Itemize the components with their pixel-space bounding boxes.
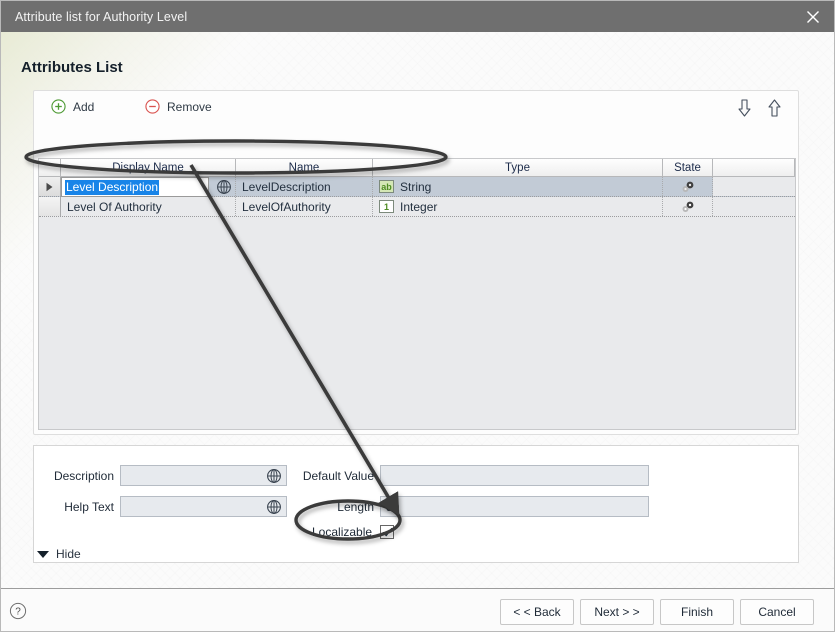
- finish-button[interactable]: Finish: [660, 599, 734, 625]
- next-button[interactable]: Next > >: [580, 599, 654, 625]
- remove-button-label: Remove: [167, 99, 212, 114]
- triangle-down-icon: [37, 550, 49, 558]
- row-selector[interactable]: [39, 177, 61, 196]
- localizable-checkbox[interactable]: [380, 525, 395, 539]
- help-text-label: Help Text: [64, 500, 114, 514]
- grid-header-row: Display Name Name Type State: [39, 159, 795, 177]
- title-bar: Attribute list for Authority Level: [1, 1, 834, 32]
- cell-filler: [713, 197, 795, 216]
- grid-header-filler: [713, 159, 795, 176]
- gears-icon: [682, 181, 693, 192]
- gears-icon: [682, 201, 693, 212]
- circle-plus-icon: [51, 99, 66, 114]
- cell-type[interactable]: 1 Integer: [373, 197, 663, 216]
- cell-type-label: Integer: [400, 199, 438, 214]
- add-button[interactable]: Add: [51, 99, 94, 114]
- dialog-footer: ? < < Back Next > > Finish Cancel: [1, 588, 834, 631]
- question-mark-icon: ?: [9, 602, 27, 620]
- move-down-button[interactable]: [737, 98, 752, 121]
- default-value-input[interactable]: [380, 465, 649, 486]
- description-input[interactable]: [120, 465, 287, 486]
- type-icon-integer: 1: [379, 200, 394, 213]
- grid-toolbar: Add Remove: [34, 91, 798, 127]
- grid-header-display-name[interactable]: Display Name: [61, 159, 236, 176]
- hide-label: Hide: [56, 547, 81, 561]
- cell-filler: [713, 177, 795, 196]
- globe-icon[interactable]: [266, 499, 282, 515]
- cell-name[interactable]: LevelOfAuthority: [236, 197, 373, 216]
- arrow-up-icon: [768, 99, 781, 117]
- back-button[interactable]: < < Back: [500, 599, 574, 625]
- svg-text:?: ?: [15, 607, 21, 618]
- cell-type-label: String: [400, 179, 432, 194]
- play-triangle-icon: [46, 182, 53, 191]
- hide-toggle[interactable]: Hide: [37, 547, 81, 561]
- localizable-label: Localizable: [312, 525, 373, 539]
- attribute-detail-form: Description Help Text Default Value Leng…: [33, 445, 799, 563]
- display-name-value: Level Description: [65, 179, 160, 195]
- length-input[interactable]: 50: [380, 496, 649, 517]
- move-up-button[interactable]: [767, 98, 782, 121]
- localizable-field[interactable]: Localizable: [312, 525, 395, 539]
- length-label: Length: [337, 500, 374, 514]
- length-value: 50: [386, 499, 400, 514]
- window-title: Attribute list for Authority Level: [15, 9, 188, 24]
- attributes-card: Add Remove Display Name Name Type State …: [33, 90, 799, 435]
- type-icon-string: ab: [379, 180, 394, 193]
- cell-type[interactable]: ab String: [373, 177, 663, 196]
- close-icon: [807, 10, 819, 23]
- grid-header-type[interactable]: Type: [373, 159, 663, 176]
- table-row[interactable]: Level Description LevelDescription ab St…: [39, 177, 795, 197]
- arrow-down-icon: [738, 99, 751, 117]
- add-button-label: Add: [73, 99, 95, 114]
- cell-state[interactable]: [663, 177, 713, 196]
- row-selector[interactable]: [39, 197, 61, 216]
- dialog-body: Attributes List Add Remove Display Name …: [1, 32, 834, 588]
- grid-header-name[interactable]: Name: [236, 159, 373, 176]
- cell-name[interactable]: LevelDescription: [236, 177, 373, 196]
- globe-icon[interactable]: [266, 468, 282, 484]
- close-button[interactable]: [790, 1, 834, 32]
- remove-button[interactable]: Remove: [145, 99, 212, 114]
- cell-display-name[interactable]: Level Of Authority: [61, 197, 236, 216]
- grid-header-selector: [39, 159, 61, 176]
- cell-state[interactable]: [663, 197, 713, 216]
- help-text-input[interactable]: [120, 496, 287, 517]
- check-icon: [382, 527, 392, 536]
- attributes-grid[interactable]: Display Name Name Type State Level Descr…: [38, 158, 796, 430]
- default-value-label: Default Value: [302, 469, 374, 483]
- circle-minus-icon: [145, 99, 160, 114]
- cell-display-name[interactable]: Level Description: [61, 177, 236, 197]
- description-label: Description: [53, 469, 114, 483]
- page-title: Attributes List: [21, 59, 123, 76]
- dialog-window: Attribute list for Authority Level Attri…: [0, 0, 835, 632]
- display-name-input[interactable]: Level Description: [61, 177, 209, 197]
- help-button[interactable]: ?: [9, 602, 27, 623]
- grid-header-state[interactable]: State: [663, 159, 713, 176]
- table-row[interactable]: Level Of Authority LevelOfAuthority 1 In…: [39, 197, 795, 217]
- cancel-button[interactable]: Cancel: [740, 599, 814, 625]
- globe-icon[interactable]: [216, 179, 232, 195]
